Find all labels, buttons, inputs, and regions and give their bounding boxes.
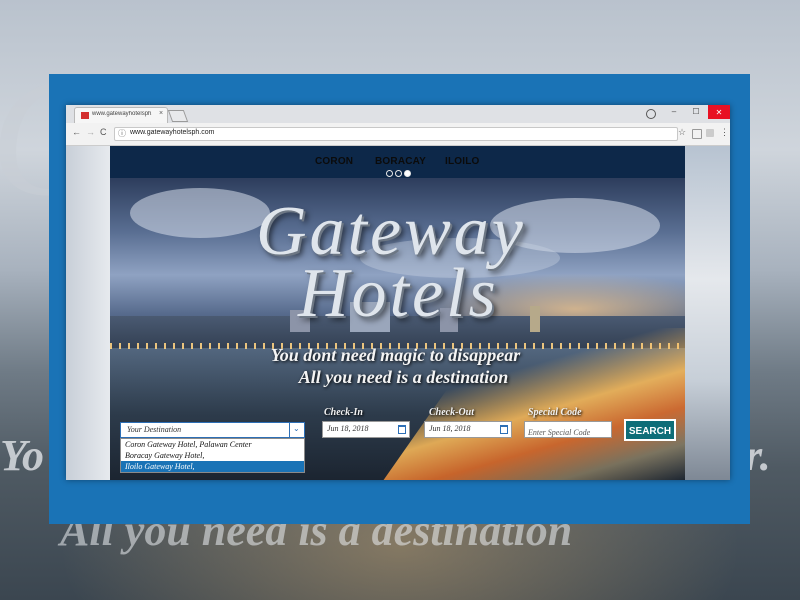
hotel-website: CORON BORACAY ILOILO Gateway Hotels You … (110, 146, 685, 480)
destination-placeholder: Your Destination (127, 425, 182, 434)
background-tagline-left: Yo (0, 431, 44, 480)
page-side-background (66, 146, 112, 480)
close-window-button[interactable]: ✕ (708, 105, 730, 119)
nav-link-boracay[interactable]: BORACAY (375, 156, 426, 167)
special-code-box (524, 421, 612, 439)
destination-select[interactable]: Your Destination ⌄ (120, 422, 305, 438)
tab-strip: www.gatewayhotelsph.co × – ☐ ✕ (66, 105, 730, 124)
destination-option[interactable]: Coron Gateway Hotel, Palawan Center (121, 439, 304, 450)
forward-icon[interactable]: → (86, 127, 95, 137)
page-viewport: CORON BORACAY ILOILO Gateway Hotels You … (66, 146, 730, 480)
maximize-button[interactable]: ☐ (686, 107, 706, 116)
carousel-dot-3[interactable] (404, 170, 411, 177)
profile-icon[interactable] (646, 109, 656, 119)
calendar-icon[interactable] (398, 425, 406, 434)
url-field[interactable]: ⓘ www.gatewayhotelsph.com (114, 127, 678, 141)
tagline-line1: You dont need magic to disappear (270, 345, 521, 365)
address-bar-row: ← → C ⓘ www.gatewayhotelsph.com ☆ ⋮ (66, 123, 730, 146)
info-icon[interactable]: ⓘ (118, 128, 126, 139)
checkin-value: Jun 18, 2018 (327, 424, 369, 433)
hero-banner: Gateway Hotels You dont need magic to di… (110, 178, 685, 480)
calendar-icon[interactable] (500, 425, 508, 434)
checkout-label: Check-Out (429, 407, 474, 418)
browser-window: www.gatewayhotelsph.co × – ☐ ✕ ← → C ⓘ w… (66, 105, 730, 480)
minimize-button[interactable]: – (664, 107, 684, 116)
bookmark-star-icon[interactable]: ☆ (678, 127, 686, 138)
back-icon[interactable]: ← (72, 127, 81, 137)
dropdown-arrow[interactable]: ⌄ (289, 423, 304, 437)
extension-icon[interactable] (692, 129, 702, 139)
nav-link-iloilo[interactable]: ILOILO (445, 156, 480, 167)
special-code-label: Special Code (528, 407, 582, 418)
checkin-date-field[interactable]: Jun 18, 2018 (322, 421, 410, 438)
nav-link-coron[interactable]: CORON (315, 156, 353, 167)
carousel-dot-1[interactable] (386, 170, 393, 177)
carousel-dot-2[interactable] (395, 170, 402, 177)
site-favicon-icon (81, 112, 89, 119)
site-navbar: CORON BORACAY ILOILO (110, 146, 685, 178)
reload-icon[interactable]: C (100, 127, 107, 137)
tab-close-icon[interactable]: × (159, 110, 163, 117)
destination-dropdown-list: Coron Gateway Hotel, Palawan Center Bora… (120, 438, 305, 473)
browser-menu-icon[interactable]: ⋮ (720, 127, 729, 138)
checkin-label: Check-In (324, 407, 363, 418)
url-text[interactable]: www.gatewayhotelsph.com (130, 129, 214, 136)
checkout-value: Jun 18, 2018 (429, 424, 471, 433)
new-tab-button[interactable] (167, 110, 189, 122)
tagline-line2: All you need is a destination (298, 367, 509, 387)
tab-title: www.gatewayhotelsph.co (92, 111, 152, 117)
chevron-down-icon: ⌄ (293, 424, 300, 433)
browser-tab[interactable]: www.gatewayhotelsph.co × (74, 107, 168, 124)
extension-icon-2[interactable] (706, 129, 714, 137)
checkout-date-field[interactable]: Jun 18, 2018 (424, 421, 512, 438)
site-title-line2: Hotels (298, 255, 499, 332)
search-button[interactable]: SEARCH (624, 419, 676, 441)
special-code-input[interactable] (525, 426, 608, 439)
cloud-shape (130, 188, 270, 238)
destination-option-selected[interactable]: Iloilo Gateway Hotel, (121, 461, 304, 472)
destination-option[interactable]: Boracay Gateway Hotel, (121, 450, 304, 461)
